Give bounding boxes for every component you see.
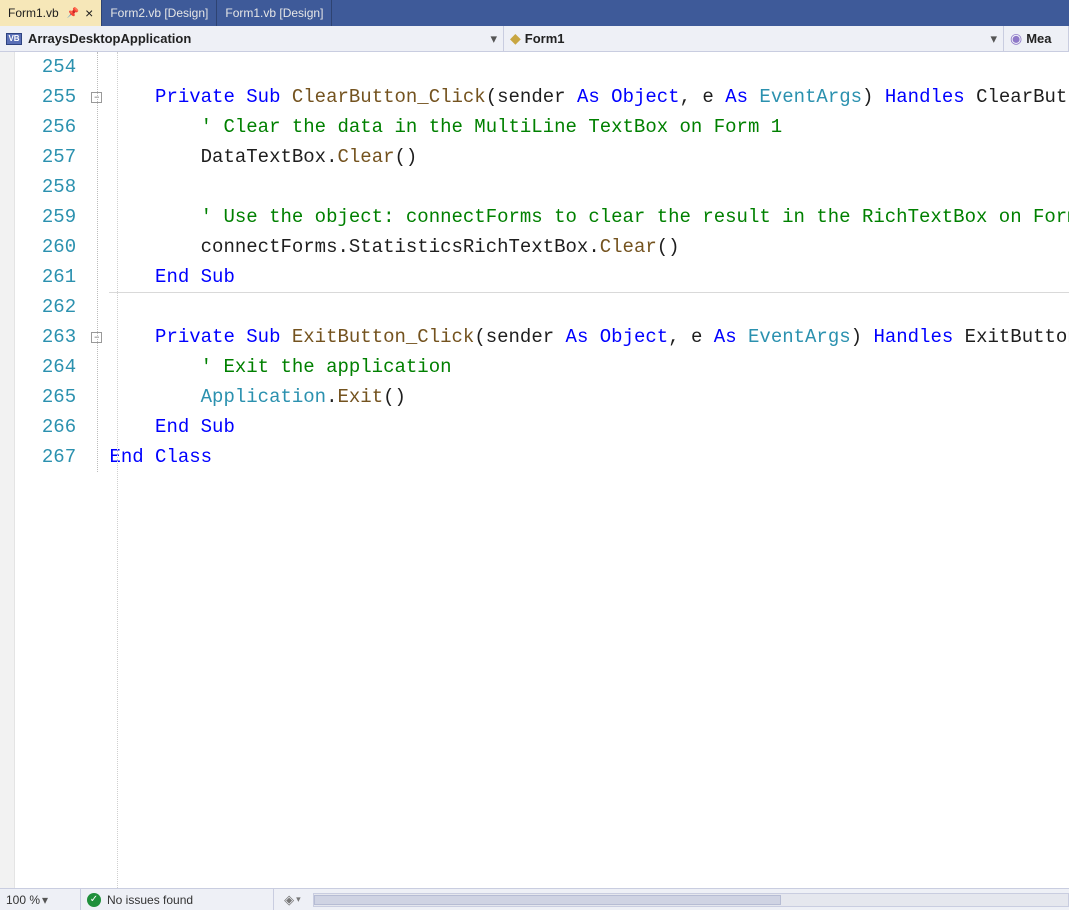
separator — [273, 889, 274, 910]
line-number: 258 — [15, 172, 77, 202]
code-line[interactable] — [109, 172, 1069, 202]
code-line[interactable]: Private Sub ClearButton_Click(sender As … — [109, 82, 1069, 112]
chevron-down-icon: ▾ — [42, 893, 48, 907]
close-icon[interactable]: × — [85, 6, 93, 20]
zoom-dropdown[interactable]: 100 % ▾ — [0, 893, 70, 907]
scrollbar-thumb[interactable] — [314, 895, 782, 905]
code-line[interactable]: End Class — [109, 442, 1069, 472]
nav-scope-label: ArraysDesktopApplication — [28, 31, 191, 46]
code-line[interactable]: End Sub — [109, 412, 1069, 442]
nav-scope-dropdown[interactable]: VB ArraysDesktopApplication ▾ — [0, 26, 504, 51]
line-number: 263 — [15, 322, 77, 352]
line-number: 255 — [15, 82, 77, 112]
nav-bar: VB ArraysDesktopApplication ▾ ◆ Form1 ▾ … — [0, 26, 1069, 52]
chevron-down-icon: ▾ — [482, 31, 497, 47]
method-icon: ◉ — [1010, 30, 1022, 47]
code-line[interactable]: ' Exit the application — [109, 352, 1069, 382]
code-line[interactable] — [109, 292, 1069, 322]
line-number: 257 — [15, 142, 77, 172]
code-line[interactable]: End Sub — [109, 262, 1069, 292]
zoom-level: 100 % — [6, 893, 40, 907]
nav-member-dropdown[interactable]: ◉ Mea — [1004, 26, 1069, 51]
tab-bar: Form1.vb 📌 × Form2.vb [Design] Form1.vb [Des… — [0, 0, 1069, 26]
editor-margin — [0, 52, 15, 888]
line-number: 256 — [15, 112, 77, 142]
line-number: 254 — [15, 52, 77, 82]
class-icon: ◆ — [510, 30, 521, 47]
tab-form2-vb-design-[interactable]: Form2.vb [Design] — [102, 0, 217, 26]
nav-member-label: Mea — [1026, 31, 1051, 46]
line-number: 259 — [15, 202, 77, 232]
line-number: 261 — [15, 262, 77, 292]
tab-form1-vb-design-[interactable]: Form1.vb [Design] — [217, 0, 332, 26]
tag-icon[interactable]: ◈▾ — [284, 892, 301, 908]
status-bar: 100 % ▾ ✓ No issues found ◈▾ — [0, 888, 1069, 910]
line-number-gutter: 2542552562572582592602612622632642652662… — [15, 52, 85, 888]
tab-label: Form2.vb [Design] — [110, 6, 208, 20]
code-area[interactable]: Private Sub ClearButton_Click(sender As … — [109, 52, 1069, 888]
line-number: 267 — [15, 442, 77, 472]
line-number: 260 — [15, 232, 77, 262]
pin-icon[interactable]: 📌 — [67, 8, 79, 19]
line-number: 266 — [15, 412, 77, 442]
code-line[interactable]: ' Clear the data in the MultiLine TextBo… — [109, 112, 1069, 142]
code-line[interactable]: connectForms.StatisticsRichTextBox.Clear… — [109, 232, 1069, 262]
nav-type-label: Form1 — [525, 31, 565, 46]
vb-icon: VB — [6, 33, 22, 45]
tab-label: Form1.vb [Design] — [225, 6, 323, 20]
code-editor[interactable]: 2542552562572582592602612622632642652662… — [0, 52, 1069, 888]
horizontal-scrollbar[interactable] — [313, 893, 1069, 907]
code-line[interactable]: ' Use the object: connectForms to clear … — [109, 202, 1069, 232]
line-number: 262 — [15, 292, 77, 322]
code-line[interactable]: DataTextBox.Clear() — [109, 142, 1069, 172]
code-line[interactable]: Application.Exit() — [109, 382, 1069, 412]
nav-type-dropdown[interactable]: ◆ Form1 ▾ — [504, 26, 1004, 51]
line-number: 264 — [15, 352, 77, 382]
issues-status: No issues found — [107, 893, 193, 907]
fold-column: −− — [84, 52, 109, 888]
tab-label: Form1.vb — [8, 6, 59, 20]
method-separator — [109, 292, 1069, 293]
separator — [80, 889, 81, 910]
code-line[interactable] — [109, 52, 1069, 82]
check-circle-icon: ✓ — [87, 893, 101, 907]
code-line[interactable]: Private Sub ExitButton_Click(sender As O… — [109, 322, 1069, 352]
line-number: 265 — [15, 382, 77, 412]
chevron-down-icon: ▾ — [982, 31, 997, 47]
tab-form1-vb[interactable]: Form1.vb 📌 × — [0, 0, 102, 26]
